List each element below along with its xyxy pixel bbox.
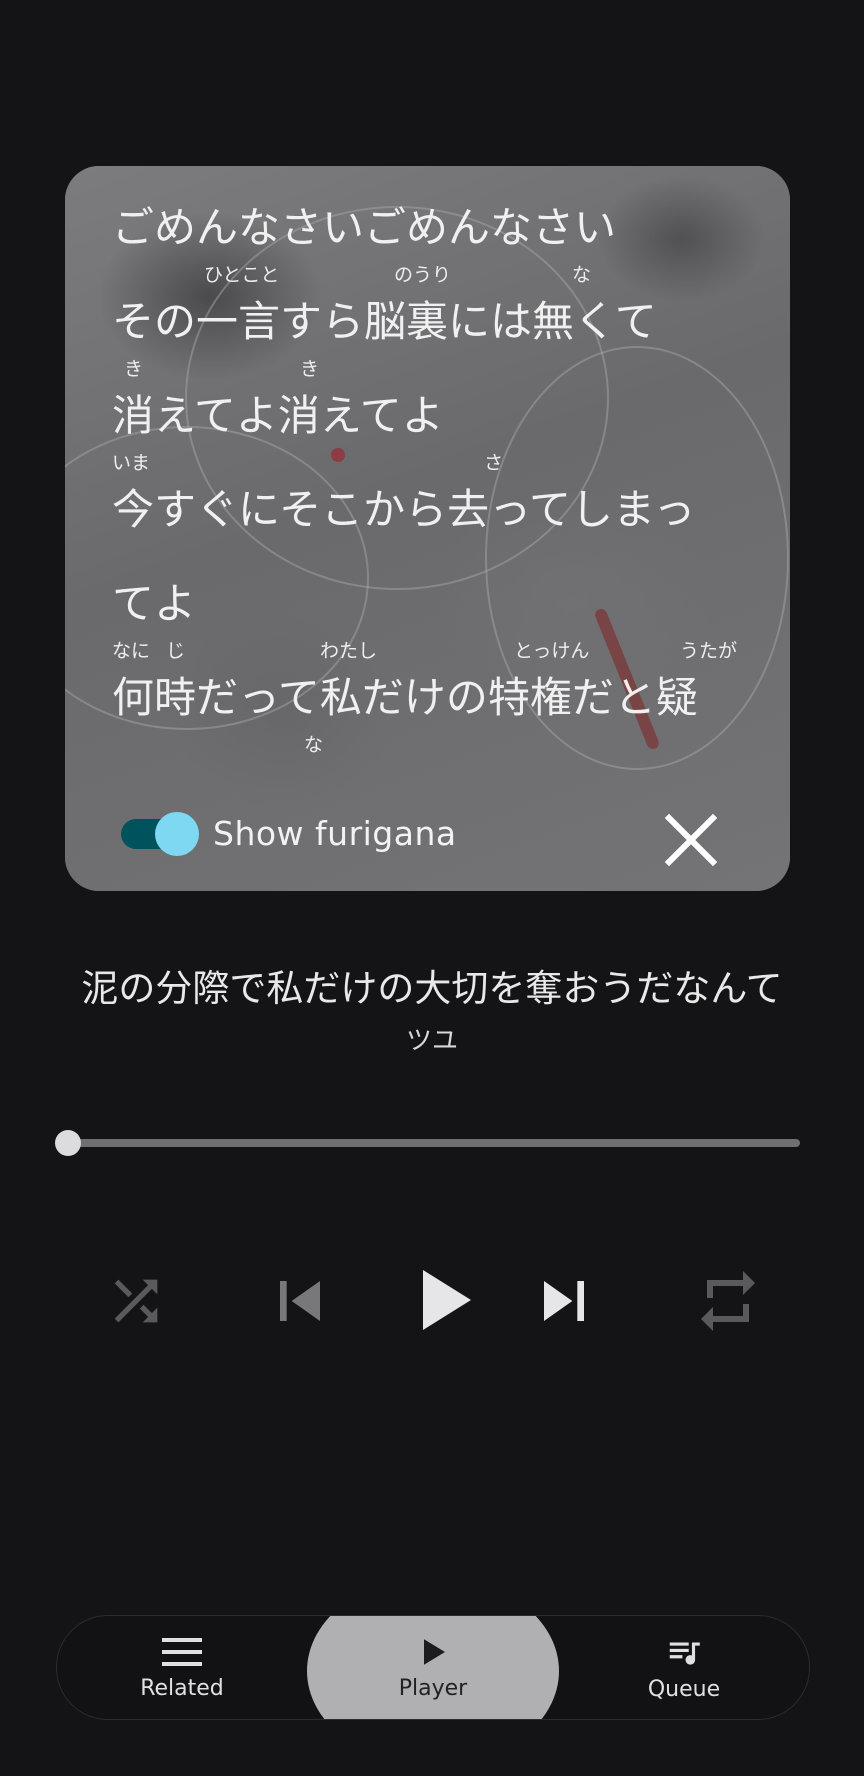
furigana: き — [124, 358, 144, 380]
lyric-text: その一言すら脳裏には無くて — [112, 297, 657, 346]
furigana-toggle-row[interactable]: Show furigana — [121, 811, 457, 856]
lyric-line: き き 消えてよ消えてよ — [112, 358, 770, 440]
furigana-switch[interactable] — [121, 811, 199, 856]
seek-bar[interactable] — [55, 1130, 800, 1156]
track-title: 泥の分際で私だけの大切を奪おうだなんて — [81, 967, 783, 1010]
shuffle-button[interactable] — [100, 1265, 172, 1337]
play-icon — [423, 1270, 471, 1330]
player-screen: ごめんなさいごめんなさい ひとこと のうり な その一言すら脳裏には無くて き … — [0, 0, 864, 1776]
seek-thumb[interactable] — [55, 1130, 81, 1156]
furigana: わたし — [320, 640, 378, 662]
furigana: な — [572, 264, 592, 286]
previous-button[interactable] — [260, 1261, 340, 1341]
lyric-line: なに じ わたし とっけん うたが 何時だって私だけの特権だと疑 — [112, 640, 770, 722]
shuffle-icon — [114, 1279, 158, 1323]
nav-label: Related — [140, 1676, 224, 1701]
lyrics-list: ごめんなさいごめんなさい ひとこと のうり な その一言すら脳裏には無くて き … — [112, 204, 770, 824]
lyric-text: ごめんなさいごめんなさい — [112, 203, 617, 252]
nav-item-player[interactable]: Player — [308, 1616, 558, 1719]
repeat-icon — [701, 1271, 755, 1331]
furigana: ひとこと — [204, 264, 280, 286]
furigana: とっけん — [514, 640, 590, 662]
skip-previous-icon — [280, 1281, 320, 1321]
play-button[interactable] — [395, 1252, 491, 1348]
nav-label: Queue — [647, 1677, 721, 1702]
play-icon — [424, 1639, 445, 1665]
switch-thumb — [155, 811, 199, 856]
track-artist[interactable]: ツユ — [0, 1020, 864, 1057]
furigana: のうり — [394, 264, 452, 286]
furigana: いま — [112, 452, 151, 474]
nav-item-queue[interactable]: Queue — [559, 1616, 809, 1719]
bottom-navigation: Related Player Queue — [56, 1615, 810, 1720]
close-lyrics-button[interactable] — [661, 810, 721, 870]
furigana: な — [304, 734, 324, 756]
queue-music-icon — [669, 1642, 700, 1665]
furigana: き — [300, 358, 320, 380]
repeat-button[interactable] — [690, 1265, 766, 1337]
seek-track — [68, 1139, 800, 1147]
lyric-line: ごめんなさいごめんなさい — [112, 204, 770, 252]
lyrics-card: ごめんなさいごめんなさい ひとこと のうり な その一言すら脳裏には無くて き … — [65, 166, 790, 891]
furigana: さ — [484, 452, 504, 474]
lyric-text: 消えてよ消えてよ — [112, 391, 444, 440]
lyric-line: ひとこと のうり な その一言すら脳裏には無くて — [112, 264, 770, 346]
lyric-text: 今すぐにそこから去ってしまっ — [112, 485, 696, 534]
furigana: なに — [112, 640, 151, 662]
nav-label: Player — [398, 1676, 468, 1701]
close-icon — [664, 813, 718, 867]
lyric-text: てよ — [112, 579, 197, 628]
nav-item-related[interactable]: Related — [57, 1616, 307, 1719]
next-button[interactable] — [524, 1261, 604, 1341]
furigana: じ — [166, 640, 186, 662]
lyric-line: いま さ 今すぐにそこから去ってしまっ — [112, 452, 770, 534]
lyric-line: な — [112, 734, 770, 778]
furigana-toggle-label: Show furigana — [213, 814, 457, 853]
furigana: うたが — [680, 640, 738, 662]
lyric-line: てよ — [112, 580, 770, 628]
skip-next-icon — [544, 1281, 584, 1321]
menu-icon — [162, 1638, 202, 1666]
lyric-text: 何時だって私だけの特権だと疑 — [112, 673, 698, 722]
